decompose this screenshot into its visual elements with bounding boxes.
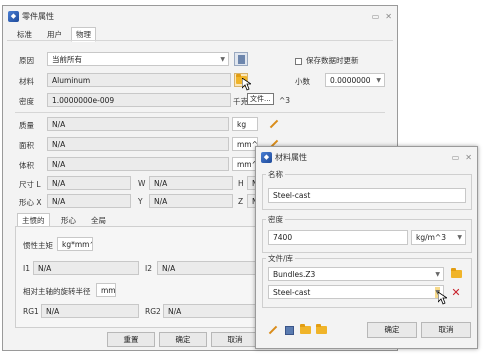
gyration-label: 相对主轴的旋转半径 (23, 287, 91, 296)
close-icon[interactable]: ✕ (385, 12, 392, 21)
source-label: 原因 (19, 56, 34, 65)
centroid-x-field[interactable]: N/A (47, 194, 131, 208)
density-field[interactable]: 1.0000000e-009 (47, 93, 231, 107)
database-icon (237, 54, 245, 64)
edit-mass-button[interactable] (267, 117, 281, 131)
size-w-label: W (138, 179, 146, 188)
delete-material-button[interactable]: ✕ (449, 285, 463, 299)
reset-button[interactable]: 重置 (107, 332, 155, 347)
source-select[interactable]: 当前所有 ▼ (47, 52, 229, 66)
rg2-field[interactable]: N/A (163, 304, 257, 318)
save-icon (284, 325, 294, 335)
chevron-down-icon: ▼ (435, 271, 440, 278)
open-library-button[interactable] (449, 267, 463, 281)
dialog-titlebar: ◆ 材料属性 ▭ ✕ (256, 147, 477, 167)
material-properties-dialog: ◆ 材料属性 ▭ ✕ 名称 Steel-cast 密度 7400 kg/m^3 … (255, 146, 478, 349)
size-w-field[interactable]: N/A (149, 176, 233, 190)
centroid-y-label: Y (138, 197, 143, 206)
file-tooltip: 文件... (247, 93, 274, 105)
open-folder-button[interactable] (298, 323, 312, 337)
density-unit: 千克 (233, 97, 248, 106)
density-label: 密度 (19, 97, 34, 106)
volume-field[interactable]: N/A (47, 157, 229, 171)
size-l-field[interactable]: N/A (47, 176, 131, 190)
dialog-ok-button[interactable]: 确定 (367, 322, 417, 338)
rg1-label: RG1 (23, 307, 39, 316)
gyration-unit: mm (96, 283, 116, 297)
centroid-label: 形心 X (19, 198, 42, 207)
close-icon[interactable]: ✕ (465, 153, 472, 162)
main-window-title: 零件属性 (22, 11, 54, 21)
edit-button[interactable] (266, 323, 280, 337)
delete-icon: ✕ (451, 285, 461, 299)
centroid-y-field[interactable]: N/A (149, 194, 233, 208)
app-icon: ◆ (8, 10, 19, 22)
mass-unit: kg (232, 117, 258, 131)
density-unit-select[interactable]: kg/m^3 ▼ (411, 230, 466, 245)
dialog-cancel-button[interactable]: 取消 (421, 322, 471, 338)
density-unit-value: kg/m^3 (416, 233, 446, 242)
minimize-icon[interactable]: ▭ (452, 153, 460, 162)
mass-label: 质量 (19, 121, 34, 130)
area-field[interactable]: N/A (47, 137, 229, 151)
mouse-cursor-icon (242, 78, 251, 91)
material-name-field[interactable]: Steel-cast (268, 188, 466, 203)
checkbox-icon (295, 57, 302, 65)
import-folder-icon (315, 324, 327, 334)
i1-field[interactable]: N/A (33, 261, 139, 275)
chevron-down-icon: ▼ (376, 77, 381, 84)
volume-label: 体积 (19, 161, 34, 170)
density-unit-suffix: ^3 (279, 96, 291, 105)
dialog-title: 材料属性 (275, 152, 307, 162)
decimals-select[interactable]: 0.0000000 ▼ (325, 73, 385, 87)
volume-unit: mm^ (232, 157, 256, 171)
decimals-label: 小数 (295, 77, 310, 86)
folder-icon (450, 268, 462, 278)
rg2-label: RG2 (145, 307, 161, 316)
main-titlebar: ◆ 零件属性 ▭ ✕ (3, 6, 397, 26)
pencil-icon (268, 325, 278, 335)
i1-label: I1 (23, 264, 30, 273)
library-file-select[interactable]: Bundles.Z3 ▼ (268, 267, 444, 281)
centroid-z-label: Z (238, 197, 244, 206)
minimize-icon[interactable]: ▭ (372, 12, 380, 21)
name-group-label: 名称 (266, 169, 285, 180)
save-checkbox-label: 保存数据时更新 (306, 56, 359, 65)
source-value: 当前所有 (52, 55, 82, 64)
database-button[interactable] (234, 52, 248, 66)
library-material-value: Steel-cast (273, 288, 311, 297)
save-checkbox[interactable]: 保存数据时更新 (295, 55, 359, 66)
import-button[interactable] (314, 323, 328, 337)
app-icon: ◆ (261, 151, 272, 163)
library-material-select[interactable]: Steel-cast ▼ (268, 285, 444, 299)
save-button[interactable] (282, 323, 296, 337)
area-label: 面积 (19, 141, 34, 150)
chevron-down-icon: ▼ (457, 234, 462, 241)
ok-button[interactable]: 确定 (159, 332, 207, 347)
chevron-down-icon: ▼ (220, 56, 225, 63)
library-file-value: Bundles.Z3 (273, 270, 316, 279)
material-density-field[interactable]: 7400 (268, 230, 408, 245)
size-label: 尺寸 L (19, 180, 41, 189)
mouse-cursor-icon (438, 292, 447, 305)
cancel-button[interactable]: 取消 (211, 332, 259, 347)
decimals-value: 0.0000000 (330, 76, 371, 85)
inertia-label: 惯性主矩 (23, 241, 53, 250)
rg1-field[interactable]: N/A (41, 304, 139, 318)
i2-field[interactable]: N/A (157, 261, 257, 275)
folder-icon (299, 324, 311, 334)
section-divider (15, 112, 385, 113)
inertia-unit: kg*mm^ (57, 237, 93, 251)
material-field[interactable]: Aluminum (47, 73, 231, 87)
density-group-label: 密度 (266, 214, 285, 225)
file-group-label: 文件/库 (266, 253, 296, 264)
mass-field[interactable]: N/A (47, 117, 229, 131)
i2-label: I2 (145, 264, 152, 273)
pencil-icon (269, 119, 279, 129)
tab-divider (7, 40, 393, 41)
material-label: 材料 (19, 77, 34, 86)
size-h-label: H (238, 179, 244, 188)
